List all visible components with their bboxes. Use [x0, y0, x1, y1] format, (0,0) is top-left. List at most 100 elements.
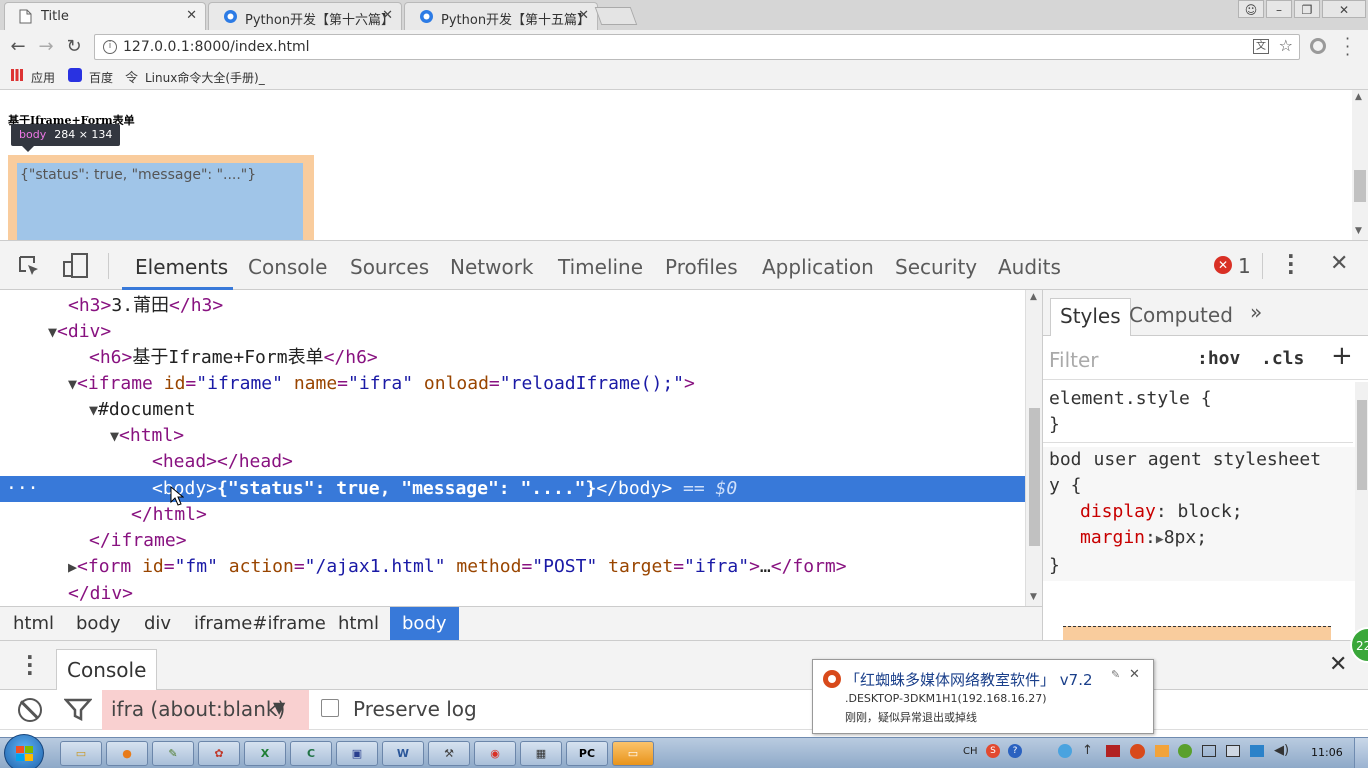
chrome-icon[interactable]: ◉: [474, 741, 516, 766]
device-toggle-icon[interactable]: [62, 253, 90, 278]
tab-profiles[interactable]: Profiles: [665, 255, 738, 279]
rule-selector[interactable]: bod: [1049, 449, 1082, 470]
dom-node-html[interactable]: ▼<html>: [0, 423, 1025, 449]
back-icon[interactable]: ←: [7, 36, 29, 57]
tray-icon[interactable]: [1178, 744, 1192, 758]
dom-node-head[interactable]: <head></head>: [0, 449, 1025, 475]
elements-scrollbar[interactable]: ▲ ▼: [1025, 290, 1042, 606]
prop-display-name[interactable]: display: [1080, 501, 1156, 522]
tab-computed[interactable]: Computed: [1129, 303, 1233, 327]
crumb-div[interactable]: div: [132, 607, 183, 640]
reload-icon[interactable]: ↻: [63, 36, 85, 57]
element-style-selector[interactable]: element.style {: [1049, 386, 1212, 412]
star-icon[interactable]: ☆: [1279, 36, 1293, 55]
tab-console[interactable]: Console: [248, 255, 327, 279]
window-close-button[interactable]: ✕: [1322, 0, 1366, 18]
address-bar[interactable]: i 127.0.0.1:8000/index.html 文 ☆: [94, 34, 1300, 60]
drawer-menu-icon[interactable]: · · ·: [26, 647, 34, 683]
error-icon[interactable]: ✕: [1214, 256, 1232, 274]
hov-toggle[interactable]: :hov: [1197, 348, 1240, 369]
minimize-button[interactable]: –: [1266, 0, 1292, 18]
translate-icon[interactable]: 文: [1253, 39, 1269, 54]
clock[interactable]: 11:06: [1311, 746, 1343, 759]
tab-python-16[interactable]: Python开发【第十六篇】 ✕: [208, 2, 402, 30]
close-icon[interactable]: ✕: [1330, 251, 1348, 276]
prop-margin-value[interactable]: 8px;: [1164, 527, 1207, 548]
dom-node-iframe-close[interactable]: </iframe>: [0, 528, 1025, 554]
classroom-app-icon[interactable]: ▭: [612, 741, 654, 766]
dom-node-html-close[interactable]: </html>: [0, 502, 1025, 528]
close-icon[interactable]: ✕: [186, 8, 197, 23]
tab-title[interactable]: Title ✕: [4, 2, 206, 30]
language-indicator[interactable]: CH: [963, 746, 978, 757]
close-icon[interactable]: ✕: [382, 8, 393, 23]
prop-margin-name[interactable]: margin: [1080, 527, 1145, 548]
start-button[interactable]: [4, 734, 44, 768]
extension-icon[interactable]: [1310, 38, 1326, 54]
crumb-html[interactable]: html: [1, 607, 66, 640]
expand-triangle-icon[interactable]: ▶: [1156, 532, 1164, 547]
tray-spider-icon[interactable]: [1130, 744, 1145, 759]
bookmark-linux[interactable]: Linux命令大全(手册)_: [145, 69, 265, 86]
crumb-html-inner[interactable]: html: [326, 607, 391, 640]
pycharm-icon[interactable]: PC: [566, 741, 608, 766]
context-select[interactable]: ifra (about:blank) ▼: [102, 690, 309, 730]
crumb-iframe[interactable]: iframe#iframe: [182, 607, 338, 640]
forward-icon[interactable]: →: [35, 36, 57, 57]
excel-icon[interactable]: X: [244, 741, 286, 766]
dom-node-div[interactable]: ▼<div>: [0, 319, 1025, 345]
tray-icon[interactable]: [1155, 745, 1169, 757]
more-tabs-icon[interactable]: »: [1250, 300, 1262, 324]
inspect-icon[interactable]: [17, 254, 39, 276]
preserve-log-checkbox[interactable]: [321, 699, 339, 717]
tab-application[interactable]: Application: [762, 255, 874, 279]
pin-icon[interactable]: ✎: [1111, 668, 1120, 681]
word-icon[interactable]: W: [382, 741, 424, 766]
close-icon[interactable]: ✕: [578, 8, 589, 23]
tab-styles[interactable]: Styles: [1050, 298, 1131, 336]
preserve-log-label[interactable]: Preserve log: [353, 697, 477, 721]
dom-node-body-selected[interactable]: ··· <body>{"status": true, "message": "..…: [0, 476, 1025, 502]
calculator-icon[interactable]: ▦: [520, 741, 562, 766]
dom-node-div-close[interactable]: </div>: [0, 581, 1025, 607]
more-actions-icon[interactable]: ···: [6, 476, 39, 502]
notepad-icon[interactable]: ✎: [152, 741, 194, 766]
dom-node-document[interactable]: ▼#document: [0, 397, 1025, 423]
cls-toggle[interactable]: .cls: [1261, 348, 1304, 369]
prop-display-value[interactable]: block;: [1178, 501, 1243, 522]
add-rule-icon[interactable]: +: [1331, 341, 1353, 371]
firefox-icon[interactable]: ●: [106, 741, 148, 766]
dom-node-iframe[interactable]: ▼<iframe id="iframe" name="ifra" onload=…: [0, 371, 1025, 397]
clear-console-icon[interactable]: [18, 698, 42, 722]
tab-elements[interactable]: Elements: [135, 255, 228, 279]
bookmark-apps[interactable]: 应用: [31, 69, 55, 86]
tab-security[interactable]: Security: [895, 255, 977, 279]
crumb-body[interactable]: body: [64, 607, 133, 640]
dom-node-form[interactable]: ▶<form id="fm" action="/ajax1.html" meth…: [0, 554, 1025, 580]
save-app-icon[interactable]: ▣: [336, 741, 378, 766]
tray-icon[interactable]: [1202, 745, 1216, 757]
tray-sogou-icon[interactable]: S: [986, 744, 1000, 758]
tab-python-15[interactable]: Python开发【第十五篇】 ✕: [404, 2, 598, 30]
tab-audits[interactable]: Audits: [998, 255, 1061, 279]
styles-filter-input[interactable]: Filter: [1049, 348, 1099, 372]
tray-icon[interactable]: ↑: [1082, 743, 1093, 758]
info-icon[interactable]: i: [103, 40, 117, 54]
paint-icon[interactable]: ✿: [198, 741, 240, 766]
error-count[interactable]: 1: [1238, 254, 1251, 278]
more-icon[interactable]: · · ·: [1287, 246, 1295, 282]
scroll-thumb[interactable]: [1029, 408, 1040, 546]
show-desktop-button[interactable]: [1354, 738, 1368, 768]
tab-sources[interactable]: Sources: [350, 255, 429, 279]
notification-popup[interactable]: 「红蜘蛛多媒体网络教室软件」 v7.2 ✎ ✕ .DESKTOP-3DKM1H1…: [812, 659, 1154, 734]
tray-help-icon[interactable]: ?: [1008, 744, 1022, 758]
styles-scrollbar[interactable]: [1355, 382, 1368, 634]
tab-network[interactable]: Network: [450, 255, 534, 279]
menu-icon[interactable]: · · ·: [1345, 31, 1350, 63]
explorer-icon[interactable]: ▭: [60, 741, 102, 766]
user-icon[interactable]: ☺: [1238, 0, 1264, 18]
tray-icon[interactable]: [1058, 744, 1072, 758]
tab-timeline[interactable]: Timeline: [558, 255, 643, 279]
tray-icon[interactable]: [1106, 745, 1120, 757]
page-scrollbar[interactable]: ▲ ▼: [1352, 90, 1368, 240]
